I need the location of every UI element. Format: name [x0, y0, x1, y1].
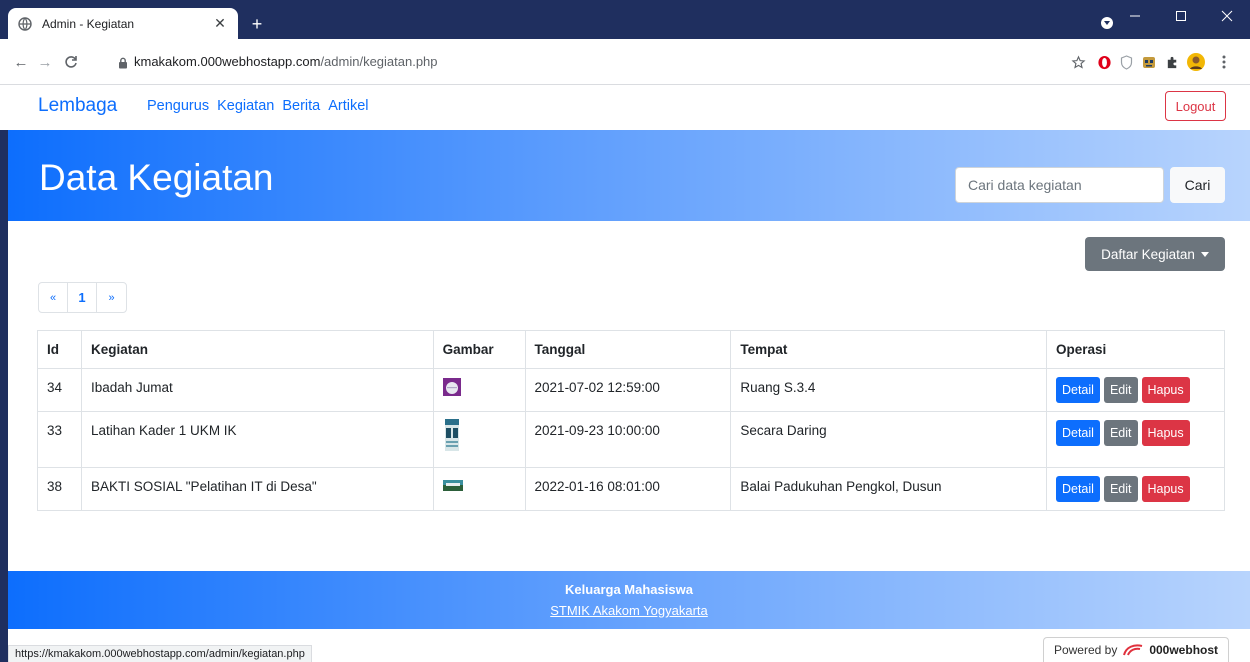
cell-kegiatan: Ibadah Jumat [80, 368, 434, 412]
browser-tab-strip: Admin - Kegiatan ✕ + [0, 0, 1250, 39]
table-row: 38 BAKTI SOSIAL "Pelatihan IT di Desa" 2… [37, 467, 1226, 511]
dropdown-label: Daftar Kegiatan [1101, 246, 1195, 262]
daftar-kegiatan-dropdown[interactable]: Daftar Kegiatan [1085, 237, 1225, 271]
navbar-brand[interactable]: Lembaga [38, 95, 117, 117]
col-header-id: Id [37, 330, 82, 369]
window-frame-left [0, 85, 8, 662]
cell-operasi: Detail Edit Hapus [1045, 368, 1226, 412]
page-header: Data Kegiatan Cari data kegiatan Cari [8, 130, 1250, 221]
status-bar-url: https://kmakakom.000webhostapp.com/admin… [8, 645, 312, 662]
cell-operasi: Detail Edit Hapus [1045, 467, 1226, 511]
cell-tanggal: 2021-07-02 12:59:00 [524, 368, 732, 412]
detail-button[interactable]: Detail [1055, 420, 1100, 446]
opera-extension-icon[interactable] [1095, 53, 1113, 71]
cell-tanggal: 2022-01-16 08:01:00 [524, 467, 732, 511]
powered-by-label: Powered by [1053, 643, 1118, 657]
col-header-tempat: Tempat [730, 330, 1047, 369]
cell-tanggal: 2021-09-23 10:00:00 [524, 411, 732, 468]
edit-button[interactable]: Edit [1103, 476, 1138, 502]
caret-down-icon [1200, 251, 1209, 257]
col-header-tanggal: Tanggal [524, 330, 732, 369]
url-path: /admin/kegiatan.php [320, 54, 438, 69]
cell-kegiatan: Latihan Kader 1 UKM IK [80, 411, 434, 468]
col-header-operasi: Operasi [1045, 330, 1226, 369]
col-header-gambar: Gambar [432, 330, 526, 369]
shield-extension-icon[interactable] [1117, 53, 1135, 71]
site-navbar: Lembaga Pengurus Kegiatan Berita Artikel… [0, 85, 1250, 130]
cell-tempat: Secara Daring [730, 411, 1047, 468]
hapus-button[interactable]: Hapus [1141, 377, 1190, 403]
more-menu-icon[interactable] [1215, 53, 1233, 71]
cell-id: 34 [37, 368, 82, 412]
profile-avatar-icon[interactable] [1187, 53, 1205, 71]
window-close-icon[interactable] [1204, 0, 1250, 32]
page-footer: Keluarga Mahasiswa STMIK Akakom Yogyakar… [8, 571, 1250, 629]
cell-id: 38 [37, 467, 82, 511]
globe-icon [18, 16, 32, 31]
browser-toolbar: ← → kmakakom.000webhostapp.com/admin/keg… [0, 39, 1250, 85]
kegiatan-table: Id Kegiatan Gambar Tanggal Tempat Operas… [37, 330, 1226, 511]
url-host: kmakakom.000webhostapp.com [134, 54, 321, 69]
nav-link-pengurus[interactable]: Pengurus [147, 98, 209, 114]
powered-by-badge[interactable]: Powered by 000webhost [1043, 637, 1229, 662]
hapus-button[interactable]: Hapus [1141, 420, 1190, 446]
footer-title: Keluarga Mahasiswa [565, 582, 693, 597]
powered-by-brand: 000webhost [1149, 643, 1219, 657]
cell-id: 33 [37, 411, 82, 468]
close-tab-icon[interactable]: ✕ [212, 15, 228, 32]
cell-tempat: Ruang S.3.4 [730, 368, 1047, 412]
thumbnail-image[interactable] [442, 378, 461, 396]
nav-link-kegiatan[interactable]: Kegiatan [217, 98, 274, 114]
cell-gambar [432, 467, 526, 511]
maximize-icon[interactable] [1158, 0, 1204, 32]
pagination: « 1 » [38, 282, 127, 313]
back-arrow-icon[interactable]: ← [12, 53, 30, 71]
footer-link[interactable]: STMIK Akakom Yogyakarta [8, 603, 1250, 618]
address-bar[interactable]: kmakakom.000webhostapp.com/admin/kegiata… [134, 54, 438, 69]
navbar-links: Pengurus Kegiatan Berita Artikel [147, 98, 369, 114]
cell-operasi: Detail Edit Hapus [1045, 411, 1226, 468]
reload-icon[interactable] [62, 53, 80, 71]
nav-link-berita[interactable]: Berita [282, 98, 320, 114]
tab-title: Admin - Kegiatan [42, 16, 135, 31]
page-title: Data Kegiatan [39, 157, 274, 198]
hapus-button[interactable]: Hapus [1141, 476, 1190, 502]
cell-gambar [432, 368, 526, 412]
thumbnail-image[interactable] [442, 480, 463, 491]
puzzle-extensions-icon[interactable] [1163, 53, 1181, 71]
thumbnail-image[interactable] [444, 419, 459, 451]
pagination-prev[interactable]: « [39, 283, 68, 312]
cell-tempat: Balai Padukuhan Pengkol, Dusun [730, 467, 1047, 511]
detail-button[interactable]: Detail [1055, 476, 1100, 502]
robot-extension-icon[interactable] [1140, 53, 1158, 71]
search-button[interactable]: Cari [1170, 167, 1225, 203]
pagination-next[interactable]: » [97, 283, 126, 312]
nav-link-artikel[interactable]: Artikel [328, 98, 368, 114]
forward-arrow-icon[interactable]: → [36, 53, 54, 71]
bookmark-star-icon[interactable] [1069, 53, 1087, 71]
lock-icon [118, 56, 128, 69]
cell-gambar [432, 411, 526, 468]
edit-button[interactable]: Edit [1103, 377, 1138, 403]
detail-button[interactable]: Detail [1055, 377, 1100, 403]
table-row: 33 Latihan Kader 1 UKM IK 2021-09-23 10:… [37, 411, 1226, 468]
000webhost-logo-icon [1123, 644, 1143, 656]
minimize-icon[interactable] [1112, 0, 1158, 32]
search-input[interactable]: Cari data kegiatan [955, 167, 1164, 203]
table-header-row: Id Kegiatan Gambar Tanggal Tempat Operas… [37, 330, 1226, 369]
col-header-kegiatan: Kegiatan [80, 330, 434, 369]
cell-kegiatan: BAKTI SOSIAL "Pelatihan IT di Desa" [80, 467, 434, 511]
pagination-page-1[interactable]: 1 [68, 283, 97, 312]
table-row: 34 Ibadah Jumat 2021-07-02 12:59:00 Ruan… [37, 368, 1226, 412]
new-tab-button[interactable]: + [246, 13, 268, 35]
browser-tab[interactable]: Admin - Kegiatan ✕ [8, 8, 238, 39]
logout-button[interactable]: Logout [1165, 91, 1226, 121]
edit-button[interactable]: Edit [1103, 420, 1138, 446]
